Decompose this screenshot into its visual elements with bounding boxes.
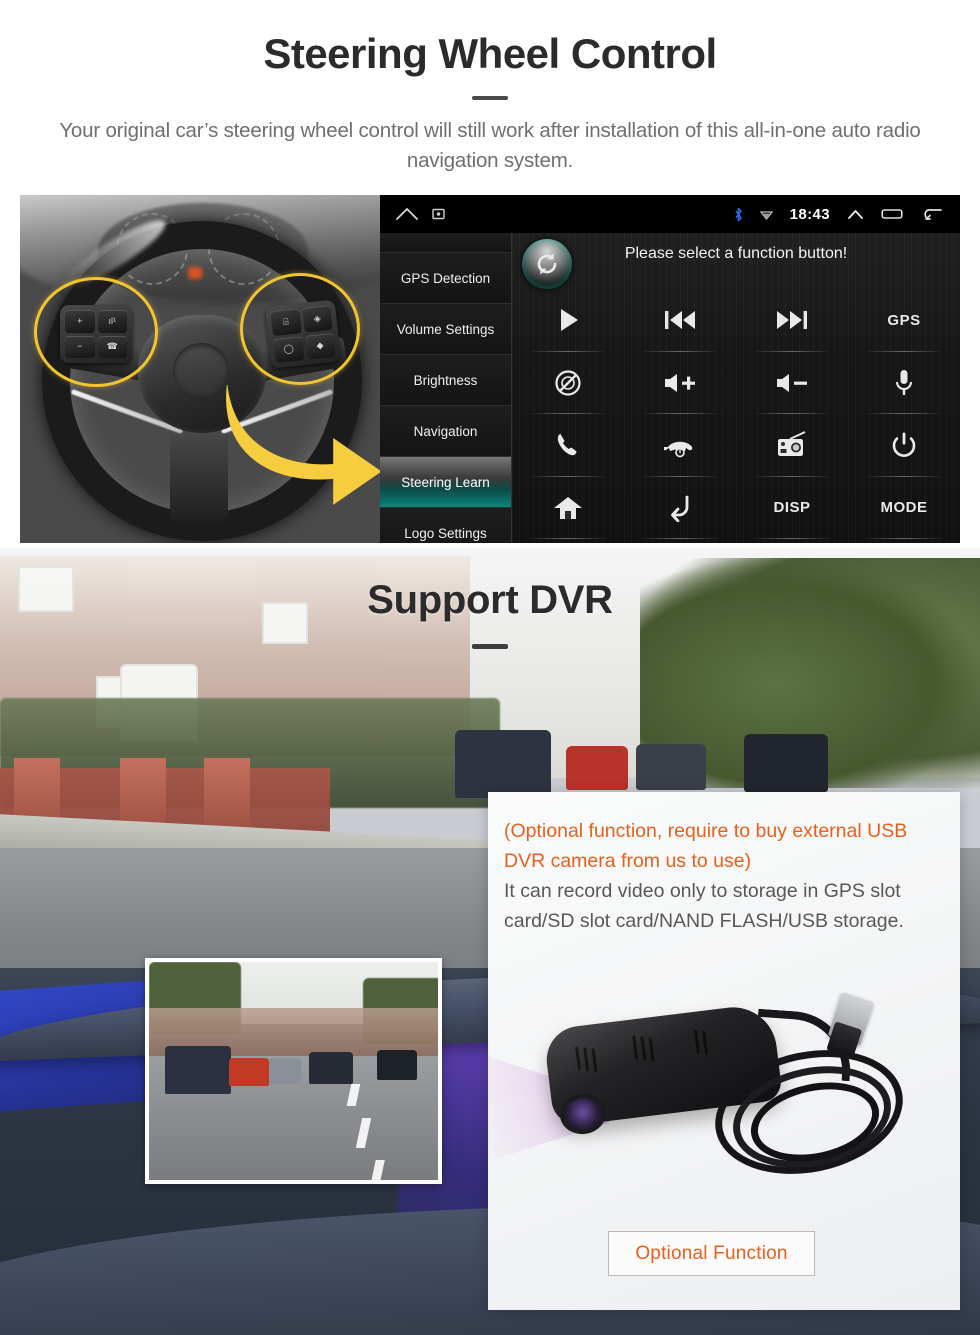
camera-vent bbox=[583, 1047, 590, 1072]
menu-item-navigation[interactable]: Navigation bbox=[380, 406, 511, 457]
microphone-icon bbox=[895, 369, 913, 395]
product-detail-page: Steering Wheel Control Your original car… bbox=[0, 0, 980, 1335]
usb-dvr-camera-image bbox=[488, 982, 960, 1232]
status-bar-clock: 18:43 bbox=[789, 205, 830, 223]
highlight-circle-right bbox=[240, 273, 360, 385]
volume-down-button[interactable] bbox=[736, 352, 848, 415]
mute-icon bbox=[555, 370, 581, 396]
preview-vehicle bbox=[165, 1046, 231, 1094]
disp-button-label: DISP bbox=[773, 499, 811, 517]
menu-item-steering-learn[interactable]: Steering Learn bbox=[380, 457, 511, 508]
chevron-up-icon[interactable] bbox=[847, 208, 864, 221]
mode-button-label: MODE bbox=[880, 499, 928, 517]
android-status-bar: 18:43 bbox=[380, 195, 960, 233]
camera-vent bbox=[591, 1048, 598, 1073]
flow-arrow bbox=[220, 385, 380, 515]
parked-suv bbox=[455, 730, 551, 798]
menu-item-label: Steering Learn bbox=[401, 474, 490, 490]
back-button[interactable] bbox=[624, 477, 736, 540]
dashcam-preview-inset bbox=[145, 958, 442, 1184]
home-icon[interactable] bbox=[396, 207, 418, 221]
volume-down-icon bbox=[777, 373, 807, 392]
camera-vent bbox=[575, 1046, 582, 1071]
menu-item-label: Navigation bbox=[413, 423, 478, 439]
arrow-icon bbox=[226, 385, 380, 505]
page-title: Steering Wheel Control bbox=[263, 30, 717, 77]
preview-vehicle bbox=[269, 1058, 301, 1084]
volume-up-button[interactable] bbox=[624, 352, 736, 415]
volume-up-icon bbox=[665, 373, 695, 392]
microphone-button[interactable] bbox=[848, 352, 960, 415]
section-title-divider bbox=[472, 644, 508, 649]
bluetooth-icon bbox=[734, 207, 743, 222]
steering-demo-panel: + ıl¹ − ☎ ⌸ ◈ ◯ ◆ 18:43 GPS Detection Vo… bbox=[20, 195, 960, 543]
disp-button[interactable]: DISP bbox=[736, 477, 848, 540]
home-icon bbox=[554, 496, 582, 519]
highlight-circle-left bbox=[34, 277, 158, 387]
section-title: Support DVR bbox=[367, 578, 613, 622]
dvr-storage-note: It can record video only to storage in G… bbox=[504, 880, 904, 932]
dvr-card-text: (Optional function, require to buy exter… bbox=[504, 816, 946, 936]
mute-button[interactable] bbox=[512, 352, 624, 415]
camera-vent bbox=[702, 1030, 709, 1055]
gps-button[interactable]: GPS bbox=[848, 289, 960, 352]
end-call-button[interactable] bbox=[624, 414, 736, 477]
screenshot-icon[interactable] bbox=[432, 208, 445, 220]
prompt-text: Please select a function button! bbox=[624, 245, 848, 262]
menu-spacer bbox=[380, 233, 511, 253]
radio-button[interactable] bbox=[736, 414, 848, 477]
menu-item-logo-settings[interactable]: Logo Settings bbox=[380, 508, 511, 543]
optional-function-button[interactable]: Optional Function bbox=[608, 1231, 815, 1276]
mode-button[interactable]: MODE bbox=[848, 477, 960, 540]
parked-car-red bbox=[566, 746, 628, 790]
answer-call-button[interactable] bbox=[512, 414, 624, 477]
call-end-icon bbox=[664, 442, 693, 458]
play-icon bbox=[561, 309, 578, 332]
preview-vehicle bbox=[377, 1050, 417, 1080]
gps-button-label: GPS bbox=[887, 311, 921, 329]
previous-button[interactable] bbox=[624, 289, 736, 352]
back-icon bbox=[671, 495, 689, 522]
next-button[interactable] bbox=[736, 289, 848, 352]
camera-vent bbox=[632, 1035, 639, 1060]
menu-item-label: Logo Settings bbox=[404, 525, 487, 541]
home-button[interactable] bbox=[512, 477, 624, 540]
next-icon bbox=[777, 311, 807, 330]
parked-car-dark bbox=[636, 744, 706, 790]
menu-item-label: GPS Detection bbox=[400, 270, 491, 286]
function-button-grid: GPS DISP MODE bbox=[512, 289, 960, 539]
back-icon[interactable] bbox=[920, 207, 942, 221]
camera-vent bbox=[693, 1029, 700, 1054]
usb-connector bbox=[827, 991, 875, 1047]
steering-learn-panel: Please select a function button! GPS DIS… bbox=[512, 233, 960, 543]
menu-item-brightness[interactable]: Brightness bbox=[380, 355, 511, 406]
menu-item-volume-settings[interactable]: Volume Settings bbox=[380, 304, 511, 355]
previous-icon bbox=[665, 311, 695, 330]
menu-item-label: Brightness bbox=[413, 372, 478, 388]
dvr-optional-note: (Optional function, require to buy exter… bbox=[504, 820, 908, 872]
settings-menu: GPS Detection Volume Settings Brightness… bbox=[380, 233, 512, 543]
oncoming-suv bbox=[744, 734, 828, 792]
camera-vent bbox=[648, 1037, 655, 1062]
recents-icon[interactable] bbox=[881, 207, 903, 221]
power-icon bbox=[892, 432, 916, 458]
power-button[interactable] bbox=[848, 414, 960, 477]
head-unit-screen: 18:43 GPS Detection Volume Settings Brig… bbox=[380, 195, 960, 543]
play-button[interactable] bbox=[512, 289, 624, 352]
preview-vehicle bbox=[309, 1052, 353, 1084]
wifi-icon bbox=[759, 209, 773, 220]
steering-wheel-photo: + ıl¹ − ☎ ⌸ ◈ ◯ ◆ bbox=[20, 195, 380, 543]
head-unit-body: GPS Detection Volume Settings Brightness… bbox=[380, 233, 960, 543]
menu-item-gps-detection[interactable]: GPS Detection bbox=[380, 253, 511, 304]
title-divider bbox=[472, 96, 508, 100]
camera-vent bbox=[640, 1036, 647, 1061]
steering-wheel-control-section: Steering Wheel Control Your original car… bbox=[0, 0, 980, 548]
call-answer-icon bbox=[557, 434, 577, 456]
radio-icon bbox=[778, 431, 806, 457]
page-subtitle: Your original car’s steering wheel contr… bbox=[59, 119, 921, 172]
preview-vehicle bbox=[229, 1058, 269, 1086]
menu-item-label: Volume Settings bbox=[396, 321, 495, 337]
